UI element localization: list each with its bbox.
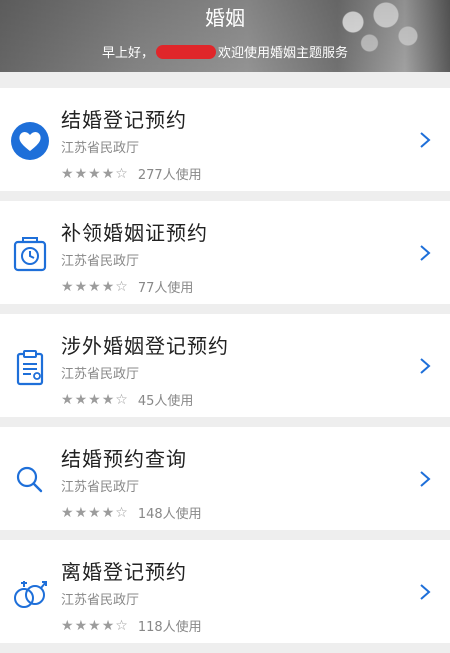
star-empty-icon: ☆ xyxy=(115,165,128,182)
star-empty-icon: ☆ xyxy=(115,391,128,408)
gender-rings-icon xyxy=(10,573,50,613)
star-filled-icon: ★ xyxy=(101,391,115,408)
star-filled-icon: ★ xyxy=(74,504,88,521)
header-banner: 婚姻 早上好， 欢迎使用婚姻主题服务 xyxy=(0,0,450,72)
chevron-right-icon xyxy=(420,245,431,261)
service-title: 结婚预约查询 xyxy=(61,447,187,471)
star-empty-icon: ☆ xyxy=(115,617,128,634)
rating-stars: ★ ★ ★ ★ ☆ xyxy=(61,167,128,181)
redacted-username xyxy=(156,44,216,59)
usage-count: 148人使用 xyxy=(137,507,202,522)
service-rating: ★ ★ ★ ★ ☆ 118人使用 xyxy=(61,616,202,636)
service-rating: ★ ★ ★ ★ ☆ 77人使用 xyxy=(61,277,194,297)
service-org: 江苏省民政厅 xyxy=(61,593,140,608)
service-card-certificate-reissue[interactable]: 补领婚姻证预约 江苏省民政厅 ★ ★ ★ ★ ☆ 77人使用 xyxy=(0,201,450,304)
star-filled-icon: ★ xyxy=(101,617,115,634)
star-filled-icon: ★ xyxy=(61,391,74,408)
service-org: 江苏省民政厅 xyxy=(61,141,140,156)
rating-stars: ★ ★ ★ ★ ☆ xyxy=(61,506,128,520)
chevron-right-icon xyxy=(420,358,431,374)
usage-count: 277人使用 xyxy=(137,168,202,183)
usage-count: 118人使用 xyxy=(137,620,202,635)
greeting: 早上好， 欢迎使用婚姻主题服务 xyxy=(0,42,450,61)
service-org: 江苏省民政厅 xyxy=(61,367,140,382)
search-icon xyxy=(10,460,50,500)
star-filled-icon: ★ xyxy=(61,278,74,295)
star-filled-icon: ★ xyxy=(61,165,74,182)
service-title: 补领婚姻证预约 xyxy=(61,221,208,245)
service-title: 结婚登记预约 xyxy=(61,108,187,132)
star-empty-icon: ☆ xyxy=(115,278,128,295)
service-org: 江苏省民政厅 xyxy=(61,254,140,269)
chevron-right-icon xyxy=(420,584,431,600)
service-list: 结婚登记预约 江苏省民政厅 ★ ★ ★ ★ ☆ 277人使用 补领婚姻证预约 江… xyxy=(0,88,450,653)
usage-count: 45人使用 xyxy=(137,394,194,409)
star-filled-icon: ★ xyxy=(74,165,88,182)
service-title: 离婚登记预约 xyxy=(61,560,187,584)
star-filled-icon: ★ xyxy=(74,617,88,634)
chevron-right-icon xyxy=(420,132,431,148)
rating-stars: ★ ★ ★ ★ ☆ xyxy=(61,280,128,294)
service-card-appointment-query[interactable]: 结婚预约查询 江苏省民政厅 ★ ★ ★ ★ ☆ 148人使用 xyxy=(0,427,450,530)
chevron-right-icon xyxy=(420,471,431,487)
star-filled-icon: ★ xyxy=(88,165,101,182)
service-org: 江苏省民政厅 xyxy=(61,480,140,495)
heart-icon xyxy=(10,121,50,161)
service-rating: ★ ★ ★ ★ ☆ 45人使用 xyxy=(61,390,194,410)
rating-stars: ★ ★ ★ ★ ☆ xyxy=(61,619,128,633)
star-filled-icon: ★ xyxy=(88,617,101,634)
service-card-marriage-registration[interactable]: 结婚登记预约 江苏省民政厅 ★ ★ ★ ★ ☆ 277人使用 xyxy=(0,88,450,191)
service-card-divorce-registration[interactable]: 离婚登记预约 江苏省民政厅 ★ ★ ★ ★ ☆ 118人使用 xyxy=(0,540,450,643)
star-filled-icon: ★ xyxy=(101,504,115,521)
greeting-suffix: 欢迎使用婚姻主题服务 xyxy=(218,46,349,61)
page-title: 婚姻 xyxy=(205,6,245,30)
star-filled-icon: ★ xyxy=(88,504,101,521)
greeting-prefix: 早上好， xyxy=(101,46,154,61)
star-filled-icon: ★ xyxy=(88,278,101,295)
service-rating: ★ ★ ★ ★ ☆ 277人使用 xyxy=(61,164,202,184)
clipboard-icon xyxy=(10,347,50,387)
star-empty-icon: ☆ xyxy=(115,504,128,521)
star-filled-icon: ★ xyxy=(61,617,74,634)
star-filled-icon: ★ xyxy=(74,278,88,295)
timer-icon xyxy=(10,234,50,274)
star-filled-icon: ★ xyxy=(74,391,88,408)
service-title: 涉外婚姻登记预约 xyxy=(61,334,229,358)
service-rating: ★ ★ ★ ★ ☆ 148人使用 xyxy=(61,503,202,523)
star-filled-icon: ★ xyxy=(101,278,115,295)
star-filled-icon: ★ xyxy=(88,391,101,408)
usage-count: 77人使用 xyxy=(137,281,194,296)
star-filled-icon: ★ xyxy=(61,504,74,521)
rating-stars: ★ ★ ★ ★ ☆ xyxy=(61,393,128,407)
service-card-foreign-marriage[interactable]: 涉外婚姻登记预约 江苏省民政厅 ★ ★ ★ ★ ☆ 45人使用 xyxy=(0,314,450,417)
star-filled-icon: ★ xyxy=(101,165,115,182)
